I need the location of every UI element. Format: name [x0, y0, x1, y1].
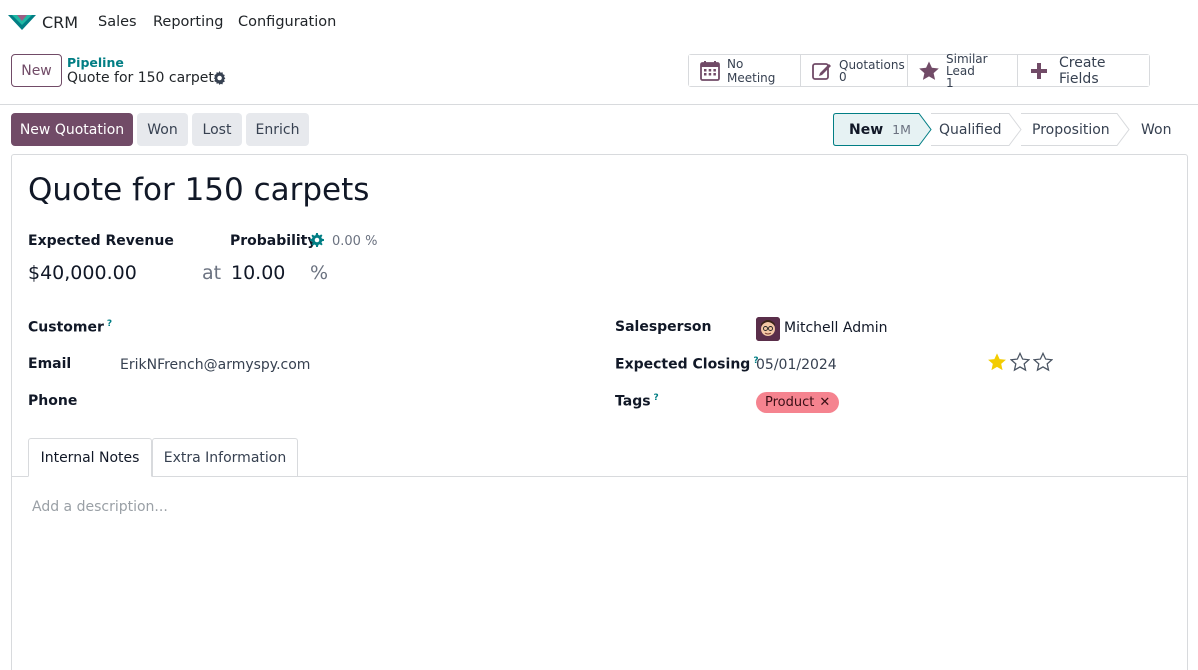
stage-new-label: New — [849, 121, 884, 138]
email-label: Email — [28, 356, 72, 372]
tab-extra-information[interactable]: Extra Information — [152, 438, 298, 477]
star-empty-icon[interactable] — [1033, 352, 1053, 372]
probability-value[interactable]: 10.00 — [231, 262, 285, 284]
user-avatar-icon — [756, 317, 780, 341]
menu-sales[interactable]: Sales — [98, 14, 137, 30]
plus-icon — [1031, 62, 1047, 79]
new-record-button[interactable]: New — [11, 54, 62, 87]
description-editor[interactable]: Add a description... — [32, 499, 168, 515]
probability-label: Probability — [230, 233, 317, 249]
close-icon[interactable]: ✕ — [819, 395, 830, 410]
help-icon[interactable]: ? — [654, 393, 659, 403]
lost-button[interactable]: Lost — [192, 113, 242, 146]
similar-lead-smart-button[interactable]: Similar Lead 1 — [908, 51, 1018, 90]
salesperson-label: Salesperson — [615, 319, 712, 335]
auto-probability: 0.00 % — [332, 234, 378, 249]
tag-product[interactable]: Product ✕ — [756, 392, 840, 413]
stage-won[interactable]: Won — [1141, 113, 1171, 146]
customer-label-text: Customer — [28, 319, 104, 336]
meeting-label: No Meeting — [727, 56, 776, 85]
quotations-smart-button[interactable]: Quotations 0 — [801, 55, 908, 86]
at-label: at — [202, 262, 222, 284]
stage-new[interactable]: New 1M — [849, 113, 911, 146]
enrich-button[interactable]: Enrich — [246, 113, 309, 146]
won-button[interactable]: Won — [137, 113, 188, 146]
similar-lead-label: Similar Lead — [946, 51, 988, 78]
create-fields-button[interactable]: Create Fields — [1018, 54, 1149, 87]
expected-revenue-value[interactable]: $40,000.00 — [28, 262, 137, 284]
stage-proposition[interactable]: Proposition — [1032, 113, 1110, 146]
gear-icon[interactable] — [213, 71, 227, 85]
phone-label: Phone — [28, 393, 78, 409]
tags-label-text: Tags — [615, 393, 651, 410]
star-empty-icon[interactable] — [1010, 352, 1030, 372]
smart-buttons: No Meeting Quotations 0 Similar Lead 1 C… — [688, 51, 1150, 90]
lead-title[interactable]: Quote for 150 carpets — [28, 172, 369, 208]
avatar — [756, 317, 780, 341]
gear-icon[interactable] — [310, 233, 324, 247]
breadcrumb-pipeline[interactable]: Pipeline — [67, 55, 124, 70]
crm-logo-icon[interactable] — [8, 13, 36, 31]
menu-configuration[interactable]: Configuration — [238, 14, 336, 30]
form-sheet — [11, 154, 1188, 670]
expected-closing-date[interactable]: 05/01/2024 — [756, 357, 837, 373]
divider — [0, 104, 1198, 105]
customer-label: Customer? — [28, 319, 112, 336]
create-fields-label: Create Fields — [1059, 54, 1106, 87]
tag-label: Product — [765, 395, 815, 410]
star-filled-icon[interactable] — [987, 352, 1007, 372]
stage-duration-badge: 1M — [892, 122, 911, 137]
help-icon[interactable]: ? — [107, 319, 112, 329]
expected-revenue-label: Expected Revenue — [28, 233, 174, 249]
stage-qualified[interactable]: Qualified — [939, 113, 1002, 146]
salesperson-value[interactable]: Mitchell Admin — [784, 320, 888, 336]
quotations-label: Quotations — [839, 57, 905, 72]
new-quotation-button[interactable]: New Quotation — [11, 113, 133, 146]
star-icon — [919, 61, 939, 80]
email-field[interactable]: ErikNFrench@armyspy.com — [120, 357, 310, 373]
expected-closing-label: Expected Closing? — [615, 356, 759, 373]
percent-sign: % — [310, 262, 329, 284]
edit-document-icon — [812, 62, 831, 80]
breadcrumb-current: Quote for 150 carpets — [67, 70, 222, 86]
expected-closing-label-text: Expected Closing — [615, 356, 751, 373]
top-navbar: CRM Sales Reporting Configuration — [0, 0, 1198, 46]
app-name[interactable]: CRM — [42, 13, 78, 32]
tab-internal-notes[interactable]: Internal Notes — [28, 438, 152, 477]
tags-label: Tags? — [615, 393, 659, 410]
meeting-smart-button[interactable]: No Meeting — [689, 55, 801, 86]
similar-lead-count: 1 — [946, 75, 954, 90]
menu-reporting[interactable]: Reporting — [153, 14, 224, 30]
priority-stars — [987, 352, 1053, 372]
quotations-count: 0 — [839, 69, 847, 84]
calendar-icon — [700, 60, 720, 81]
